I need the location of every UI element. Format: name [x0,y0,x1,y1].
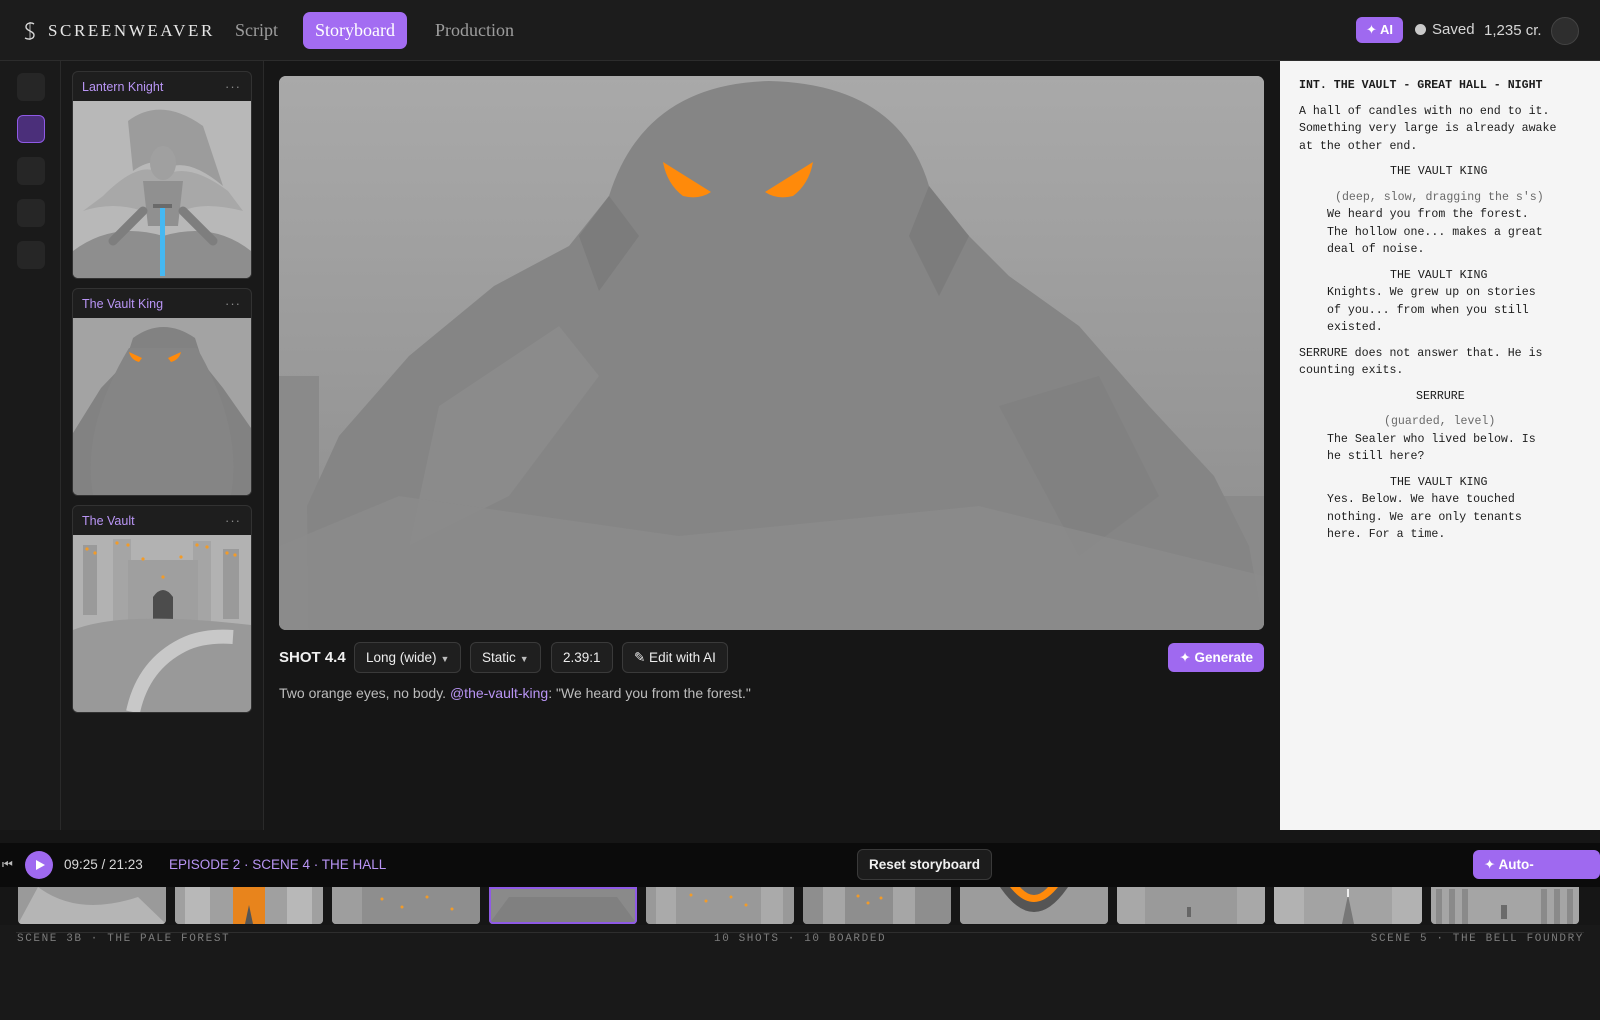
action-line: Something very large is already awake [1299,122,1557,135]
tab-storyboard[interactable]: Storyboard [303,12,407,49]
timecode: 09:25 / 21:23 [64,857,143,872]
prev-scene-label[interactable]: SCENE 3B · THE PALE FOREST [17,933,230,945]
action-line: counting exits. [1299,364,1404,377]
rail-button-5[interactable] [17,241,45,269]
knight-thumbnail [73,101,251,278]
app-logo[interactable]: SCREENWEAVER [22,19,215,43]
shot-controls: SHOT 4.4 Long (wide) ▼ Static ▼ 2.39:1 ✎ E… [279,642,1264,674]
script-panel[interactable]: INT. THE VAULT - GREAT HALL - NIGHT A ha… [1280,61,1600,830]
dialogue-line: We heard you from the forest. [1327,208,1529,221]
dialogue-line: The Sealer who lived below. Is [1327,433,1536,446]
action-line: A hall of candles with no end to it. [1299,105,1550,118]
saved-dot-icon [1415,24,1426,35]
skip-back-icon[interactable]: ⏮ [2,857,13,872]
asset-card-header: Lantern Knight ··· [73,72,251,101]
rail-button-3[interactable] [17,157,45,185]
saved-label: Saved [1432,21,1475,38]
tab-script[interactable]: Script [223,12,290,49]
app-name: SCREENWEAVER [48,21,215,40]
logo-icon [24,22,35,40]
left-rail [0,61,61,830]
dialogue-line: of you... from when you still [1327,304,1529,317]
credits-balance: 1,235 cr. [1484,22,1542,39]
character-mention[interactable]: @the-vault-king [450,685,548,701]
dialogue-line: here. For a time. [1327,528,1446,541]
avatar[interactable] [1551,17,1579,45]
more-icon[interactable]: ··· [225,79,241,94]
movement-dropdown[interactable]: Static ▼ [470,642,541,673]
shot-frame-1[interactable] [18,887,166,924]
timeline-bar: ⏮ 09:25 / 21:23 EPISODE 2 · SCENE 4 · TH… [0,843,1600,901]
character-name: THE VAULT KING [1390,165,1488,178]
asset-card-the-vault[interactable]: The Vault ··· [72,505,252,713]
dialogue-line: Knights. We grew up on stories [1327,286,1536,299]
asset-card-header: The Vault ··· [73,506,251,535]
shot-frame-3[interactable] [332,887,480,924]
save-status: Saved [1415,21,1475,38]
asset-name: The Vault King [82,296,164,311]
vault-king-thumbnail [73,318,251,495]
dialogue-line: nothing. We are only tenants [1327,511,1522,524]
description-dialogue: : "We heard you from the forest." [548,685,751,701]
shot-frame-9[interactable] [1274,887,1422,924]
parenthetical: (guarded, level) [1384,415,1496,428]
asset-card-vault-king[interactable]: The Vault King ··· [72,288,252,496]
shot-frame-10[interactable] [1431,887,1579,924]
rail-button-1[interactable] [17,73,45,101]
dialogue-line: existed. [1327,321,1383,334]
scene-stats: 10 SHOTS · 10 BOARDED [714,933,887,945]
parenthetical: (deep, slow, dragging the s's) [1335,191,1544,204]
ai-button[interactable]: ✦ AI [1356,17,1404,43]
scene-heading: INT. THE VAULT - GREAT HALL - NIGHT [1299,79,1543,92]
rail-button-2[interactable] [17,115,45,143]
shot-description[interactable]: Two orange eyes, no body. @the-vault-kin… [279,685,751,701]
shot-viewer[interactable] [279,76,1264,630]
framing-value: Long (wide) [366,650,437,665]
rail-button-4[interactable] [17,199,45,227]
reset-storyboard-button[interactable]: Reset storyboard [857,849,993,880]
shot-frame-2[interactable] [175,887,323,924]
shot-frame-4[interactable] [489,887,637,924]
shot-id: SHOT 4.4 [279,649,346,666]
shot-frame-8[interactable] [1117,887,1265,924]
dialogue-line: he still here? [1327,450,1425,463]
description-text: Two orange eyes, no body. [279,685,450,701]
asset-card-header: The Vault King ··· [73,289,251,318]
caret-down-icon: ▼ [519,654,529,664]
tab-production[interactable]: Production [423,12,526,49]
generate-button[interactable]: ✦ Generate [1168,643,1264,672]
dialogue-line: The hollow one... makes a great [1327,226,1543,239]
framing-dropdown[interactable]: Long (wide) ▼ [354,642,462,673]
movement-value: Static [482,650,516,665]
shot-frame-5[interactable] [646,887,794,924]
asset-name: Lantern Knight [82,79,164,94]
vault-thumbnail [73,535,251,712]
edit-with-ai-button[interactable]: ✎ Edit with AI [622,642,728,673]
character-name: SERRURE [1416,390,1465,403]
asset-panel: Lantern Knight ··· The Vault King ··· Th… [61,61,264,830]
filmstrip [0,887,1600,925]
action-line: SERRURE does not answer that. He is [1299,347,1543,360]
episode-scene-label: EPISODE 2 · SCENE 4 · THE HALL [169,857,387,872]
top-bar: SCREENWEAVER Script Storyboard Productio… [0,0,1600,61]
shot-image [279,76,1264,630]
dialogue-line: deal of noise. [1327,243,1425,256]
character-name: THE VAULT KING [1390,269,1488,282]
next-scene-label[interactable]: SCENE 5 · THE BELL FOUNDRY [1371,933,1584,945]
more-icon[interactable]: ··· [225,296,241,311]
play-button[interactable] [25,851,53,879]
action-line: at the other end. [1299,140,1418,153]
asset-card-lantern-knight[interactable]: Lantern Knight ··· [72,71,252,279]
asset-name: The Vault [82,513,135,528]
auto-generate-button[interactable]: ✦ Auto-generate [1473,850,1600,901]
caret-down-icon: ▼ [440,654,450,664]
aspect-ratio-button[interactable]: 2.39:1 [551,642,613,673]
shot-frame-7[interactable] [960,887,1108,924]
dialogue-line: Yes. Below. We have touched [1327,493,1515,506]
shot-frame-6[interactable] [803,887,951,924]
character-name: THE VAULT KING [1390,476,1488,489]
more-icon[interactable]: ··· [225,513,241,528]
